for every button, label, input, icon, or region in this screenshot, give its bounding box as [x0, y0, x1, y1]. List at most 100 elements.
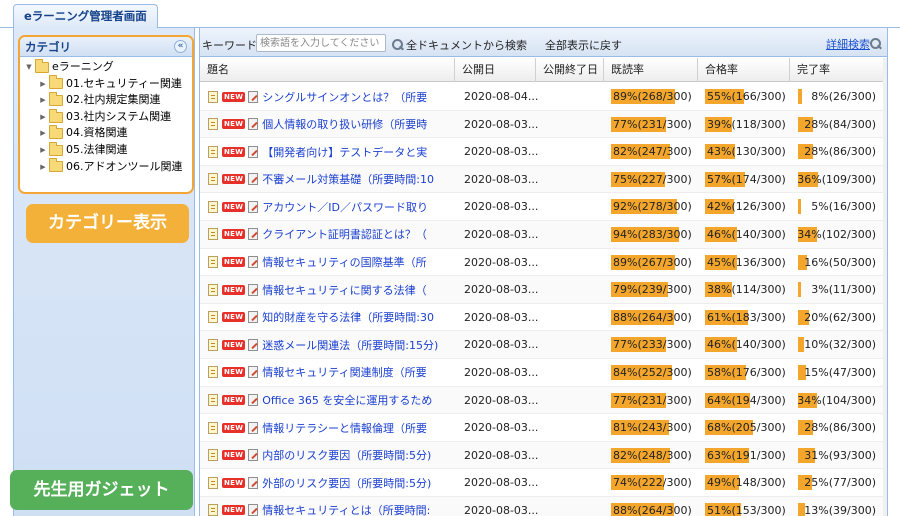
document-title-link[interactable]: 情報リテラシーと情報倫理（所要 — [262, 420, 427, 436]
keyword-search-input[interactable] — [256, 34, 386, 52]
tree-node-category[interactable]: ▶ 04.資格関連 — [24, 125, 192, 142]
document-title-link[interactable]: クライアント証明書認証とは？（ — [262, 226, 427, 242]
pass-rate-cell: 63%(191/300) — [705, 442, 786, 469]
completion-rate-cell: 8%(26/300) — [798, 83, 883, 110]
edit-icon[interactable] — [248, 449, 259, 462]
tree-node-category[interactable]: ▶ 03.社内システム関連 — [24, 108, 192, 126]
pass-rate-cell: 61%(183/300) — [705, 304, 786, 331]
document-title-link[interactable]: 個人情報の取り扱い研修（所要時 — [262, 116, 427, 132]
collapse-icon[interactable]: « — [174, 40, 187, 53]
document-title-link[interactable]: 【開発者向け】テストデータと実 — [262, 144, 427, 160]
document-title-link[interactable]: アカウント／ID／パスワード取り — [262, 199, 428, 215]
expand-arrow-icon[interactable]: ▼ — [24, 59, 34, 76]
pass-rate-bar: 43%(130/300) — [705, 144, 786, 160]
table-row[interactable]: NEW 個人情報の取り扱い研修（所要時 2020-08-03... 77%(231/3… — [200, 110, 887, 139]
tree-node-category[interactable]: ▶ 05.法律関連 — [24, 141, 192, 159]
pass-rate-bar: 38%(114/300) — [705, 282, 786, 298]
table-row[interactable]: NEW アカウント／ID／パスワード取り 2020-08-03... 92%(278/… — [200, 193, 887, 221]
pass-rate-value: 49%(148/300) — [707, 476, 786, 490]
edit-icon[interactable] — [248, 228, 259, 241]
document-title-link[interactable]: 情報セキュリティの国際基準（所 — [262, 254, 426, 270]
expand-arrow-icon[interactable]: ▶ — [38, 125, 48, 142]
document-title-link[interactable]: 迷惑メール関連法（所要時間:15分) — [262, 337, 438, 353]
table-row[interactable]: NEW 情報セキュリティ関連制度（所要 2020-08-03... 84%(252/3… — [200, 359, 887, 387]
document-title-link[interactable]: 情報セキュリティとは（所要時間: — [262, 502, 430, 516]
edit-icon[interactable] — [248, 421, 259, 434]
table-row[interactable]: NEW 知的財産を守る法律（所要時間:30 2020-08-03... 88%(264… — [200, 304, 887, 332]
pass-rate-bar: 49%(148/300) — [705, 475, 786, 491]
tree-node-category[interactable]: ▶ 06.アドオンツール関連 — [24, 158, 192, 176]
pass-rate-value: 45%(136/300) — [707, 255, 786, 269]
edit-icon[interactable] — [248, 256, 259, 269]
edit-icon[interactable] — [248, 338, 259, 351]
pass-rate-value: 38%(114/300) — [707, 283, 786, 297]
edit-icon[interactable] — [248, 476, 259, 489]
pass-rate-value: 63%(191/300) — [707, 448, 786, 462]
read-rate-bar: 77%(231/300) — [611, 116, 692, 132]
edit-icon[interactable] — [248, 311, 259, 324]
table-row[interactable]: NEW 外部のリスク要因（所要時間:5分) 2020-08-03... 74%(222… — [200, 469, 887, 497]
advanced-search-link[interactable]: 詳細検索 — [826, 36, 884, 52]
document-title-link[interactable]: 情報セキュリティに関する法律（ — [262, 282, 426, 298]
table-row[interactable]: NEW 迷惑メール関連法（所要時間:15分) 2020-08-03... 77%(23… — [200, 331, 887, 359]
tree-node-category[interactable]: ▶ 02.社内規定集関連 — [24, 91, 192, 109]
edit-icon[interactable] — [248, 366, 259, 379]
column-header-read-rate[interactable]: 既読率 — [604, 58, 698, 82]
expand-arrow-icon[interactable]: ▶ — [38, 92, 48, 109]
document-title-link[interactable]: 知的財産を守る法律（所要時間:30 — [262, 309, 434, 325]
column-header-pass-rate[interactable]: 合格率 — [698, 58, 790, 82]
edit-icon[interactable] — [248, 90, 259, 103]
edit-icon[interactable] — [248, 394, 259, 407]
completion-rate-bar: 15%(47/300) — [798, 364, 878, 380]
edit-icon[interactable] — [248, 504, 259, 516]
completion-rate-cell: 5%(16/300) — [798, 193, 883, 220]
column-header-end[interactable]: 公開終了日 — [536, 58, 604, 82]
table-row[interactable]: NEW 内部のリスク要因（所要時間:5分) 2020-08-03... 82%(248… — [200, 441, 887, 470]
tab-elearning-admin[interactable]: eラーニング管理者画面 — [13, 4, 158, 29]
table-row[interactable]: NEW 情報セキュリティに関する法律（ 2020-08-03... 79%(239/3… — [200, 276, 887, 304]
document-grid-panel: キーワード: 全ドキュメントから検索 全部表示に戻す 詳細検索 題名 公開日 公… — [199, 28, 888, 516]
column-header-title[interactable]: 題名 — [200, 58, 455, 82]
read-rate-cell: 82%(247/300) — [611, 138, 692, 165]
document-title-link[interactable]: 情報セキュリティ関連制度（所要 — [262, 364, 426, 380]
table-row[interactable]: NEW 不審メール対策基礎（所要時間:10 2020-08-03... 75%(227… — [200, 165, 887, 194]
edit-icon[interactable] — [248, 283, 259, 296]
tree-node-label: 06.アドオンツール関連 — [66, 159, 183, 173]
table-row[interactable]: NEW 情報リテラシーと情報倫理（所要 2020-08-03... 81%(243/3… — [200, 414, 887, 442]
document-icon — [208, 90, 218, 103]
document-title-link[interactable]: 内部のリスク要因（所要時間:5分) — [262, 447, 431, 463]
document-title-link[interactable]: Office 365 を安全に運用するため — [262, 392, 432, 408]
table-row[interactable]: NEW 情報セキュリティとは（所要時間: 2020-08-03... 88%(264/… — [200, 496, 887, 516]
table-row[interactable]: NEW クライアント証明書認証とは？（ 2020-08-03... 94%(283/3… — [200, 220, 887, 249]
tree-node-category[interactable]: ▶ 01.セキュリティー関連 — [24, 75, 192, 93]
grid-scrollbar[interactable] — [883, 58, 887, 516]
tree-node-root[interactable]: ▼ eラーニング — [24, 58, 192, 76]
edit-icon[interactable] — [248, 200, 259, 213]
title-cell: NEW 情報セキュリティに関する法律（ — [208, 276, 453, 303]
expand-arrow-icon[interactable]: ▶ — [38, 109, 48, 126]
table-row[interactable]: NEW Office 365 を安全に運用するため 2020-08-03... 77%… — [200, 386, 887, 415]
edit-icon[interactable] — [248, 145, 259, 158]
edit-icon[interactable] — [248, 173, 259, 186]
folder-icon — [49, 75, 63, 90]
column-header-completion-rate[interactable]: 完了率 — [790, 58, 887, 82]
expand-arrow-icon[interactable]: ▶ — [38, 76, 48, 93]
column-header-published[interactable]: 公開日 — [455, 58, 536, 82]
document-title-link[interactable]: 外部のリスク要因（所要時間:5分) — [262, 475, 431, 491]
table-row[interactable]: NEW 【開発者向け】テストデータと実 2020-08-03... 82%(247/3… — [200, 138, 887, 166]
show-all-button[interactable]: 全部表示に戻す — [545, 37, 622, 53]
search-all-button[interactable]: 全ドキュメントから検索 — [392, 37, 527, 53]
table-row[interactable]: NEW シングルサインオンとは？（所要 2020-08-04... 89%(268/3… — [200, 83, 887, 111]
document-icon — [208, 476, 218, 489]
new-badge: NEW — [222, 146, 246, 157]
pass-rate-cell: 46%(140/300) — [705, 331, 786, 358]
expand-arrow-icon[interactable]: ▶ — [38, 142, 48, 159]
document-title-link[interactable]: シングルサインオンとは？（所要 — [262, 89, 427, 105]
table-row[interactable]: NEW 情報セキュリティの国際基準（所 2020-08-03... 89%(267/3… — [200, 249, 887, 277]
read-rate-cell: 94%(283/300) — [611, 221, 692, 248]
expand-arrow-icon[interactable]: ▶ — [38, 159, 48, 176]
read-rate-cell: 77%(231/300) — [611, 387, 692, 414]
edit-icon[interactable] — [248, 118, 259, 131]
new-badge: NEW — [222, 422, 246, 433]
document-title-link[interactable]: 不審メール対策基礎（所要時間:10 — [262, 171, 434, 187]
